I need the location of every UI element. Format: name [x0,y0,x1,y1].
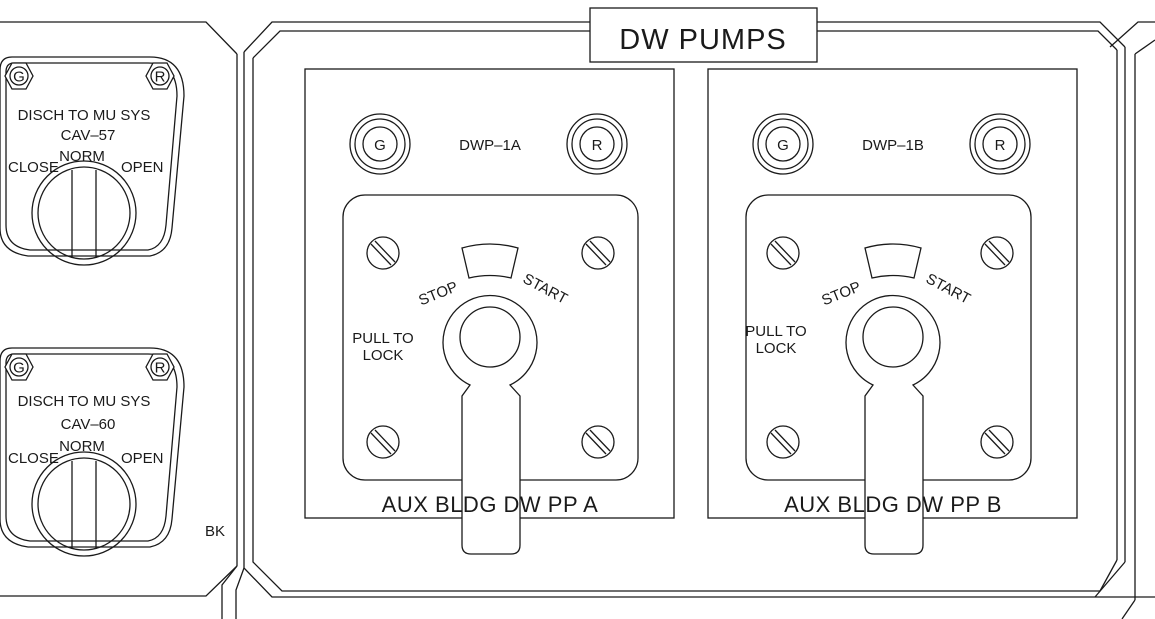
valve-station-cav57: G R DISCH TO MU SYS CAV–57 NORM CLOSE OP… [0,56,185,266]
green-indicator-light: G [4,353,34,381]
valve-function-label: DISCH TO MU SYS [18,393,151,410]
pump-station-dwp-1b: G DWP–1B R STOP START PULL TO LOCK AUX B… [707,68,1078,555]
mounting-screw-icon [980,425,1014,459]
stop-position-label: STOP [416,278,460,309]
green-indicator-label: G [777,137,789,154]
pump-nameplate: AUX BLDG DW PP B [784,492,1002,517]
red-indicator-label: R [592,137,603,154]
panel-title-tag: DW PUMPS [589,7,818,63]
red-indicator-light: R [145,62,175,90]
mounting-screw-icon [366,425,400,459]
valve-tag-label: CAV–60 [61,416,116,433]
green-indicator-label: G [13,69,25,86]
red-indicator-light: R [969,113,1031,175]
pull-to-lock-label-line2: LOCK [756,340,797,357]
mounting-screw-icon [581,236,615,270]
valve-tag-label: CAV–57 [61,127,116,144]
valve-pos-open: OPEN [121,159,164,176]
pump-tag-label: DWP–1B [862,137,924,154]
green-indicator-light: G [349,113,411,175]
start-position-label: START [923,270,973,307]
pump-nameplate: AUX BLDG DW PP A [382,492,599,517]
panel-marker-label: BK [205,523,225,540]
mounting-screw-icon [980,236,1014,270]
valve-function-label: DISCH TO MU SYS [18,107,151,124]
green-indicator-light: G [4,62,34,90]
valve-pos-open: OPEN [121,450,164,467]
pull-to-lock-label-line1: PULL TO [352,330,413,347]
start-position-label: START [520,270,570,307]
red-indicator-light: R [145,353,175,381]
mounting-screw-icon [581,425,615,459]
control-panel: DW PUMPS BK G R DISCH TO MU SYS CAV–57 N… [0,7,1155,619]
switch-position-window [864,243,922,279]
pull-to-lock-label-line2: LOCK [363,347,404,364]
red-indicator-label: R [155,69,166,86]
mounting-screw-icon [766,236,800,270]
mounting-screw-icon [366,236,400,270]
pump-station-dwp-1a: G DWP–1A R STOP START PULL TO LOCK AUX B… [304,68,675,555]
pump-tag-label: DWP–1A [459,137,521,154]
panel-title: DW PUMPS [619,24,787,56]
valve-station-cav60: G R DISCH TO MU SYS CAV–60 NORM CLOSE OP… [0,347,185,557]
green-indicator-label: G [374,137,386,154]
switch-position-window [461,243,519,279]
red-indicator-label: R [995,137,1006,154]
red-indicator-label: R [155,360,166,377]
red-indicator-light: R [566,113,628,175]
pull-to-lock-label-line1: PULL TO [745,323,806,340]
green-indicator-label: G [13,360,25,377]
mounting-screw-icon [766,425,800,459]
panel-frame [0,21,1155,619]
green-indicator-light: G [752,113,814,175]
stop-position-label: STOP [819,278,863,309]
